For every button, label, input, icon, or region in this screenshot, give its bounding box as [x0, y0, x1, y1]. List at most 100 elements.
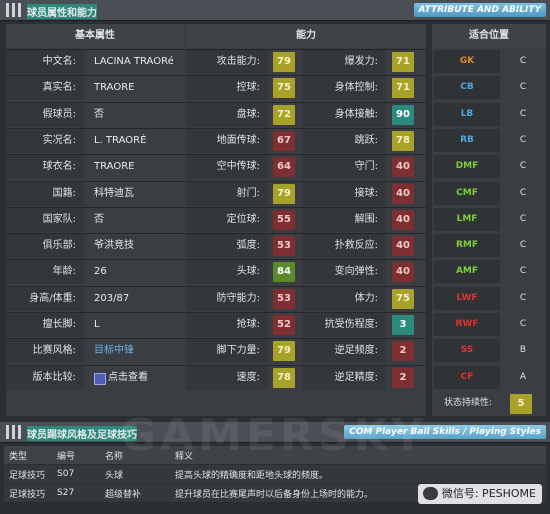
positions-heading: 适合位置 [432, 24, 546, 48]
position-code: RMF [434, 234, 500, 258]
ability-value: 90 [392, 104, 414, 125]
position-code: LWF [434, 286, 500, 310]
ability-value: 84 [273, 262, 295, 283]
position-rating: A [502, 365, 544, 389]
ability-label: 速度: [186, 365, 268, 390]
ability-value: 52 [273, 315, 295, 335]
ability-label: 逆足精度: [302, 365, 386, 390]
ability-label: 射门: [186, 181, 268, 206]
ability-value: 55 [273, 209, 295, 230]
position-code: CF [434, 365, 500, 389]
ability-value: 75 [392, 288, 414, 309]
position-code: CMF [434, 181, 500, 205]
position-rating: C [502, 155, 544, 179]
ability-label: 爆发力: [302, 50, 386, 74]
position-code: GK [434, 50, 500, 73]
ability-heading: 能力 [186, 24, 426, 48]
ability-value: 2 [392, 367, 414, 388]
ability-label: 解围: [302, 207, 386, 232]
skill-type: 足球技巧 [4, 464, 52, 484]
basic-value: 否 [94, 213, 104, 225]
basic-label: 俱乐部: [6, 234, 84, 259]
ability-label: 跳跃: [302, 128, 386, 153]
bars-icon [6, 3, 22, 17]
ability-label: 逆足频度: [302, 339, 386, 364]
position-rating: C [502, 181, 544, 205]
basic-label: 假球员: [6, 102, 84, 127]
ability-value: 3 [392, 315, 414, 335]
skill-desc: 提高头球的精确度和距地头球的频度。 [170, 464, 546, 484]
ability-value: 64 [273, 157, 295, 178]
basic-value: 否 [94, 108, 104, 120]
basic-value: TRAORE [94, 161, 135, 173]
col-code: 编号 [52, 446, 100, 465]
ability-label: 抗受伤程度: [302, 313, 386, 337]
basic-heading: 基本属性 [6, 24, 184, 48]
skill-type: 足球技巧 [4, 483, 52, 503]
basic-label: 比赛风格: [6, 339, 84, 364]
ability-value: 72 [273, 104, 295, 125]
position-code: RWF [434, 313, 500, 336]
basic-label: 国籍: [6, 181, 84, 206]
ability-label: 脚下力量: [186, 339, 268, 364]
ability-label: 地面传球: [186, 128, 268, 153]
ability-label: 身体控制: [302, 76, 386, 101]
section-badge: ATTRIBUTE AND ABILITY [413, 3, 546, 17]
ability-label: 头球: [186, 260, 268, 285]
watermark: GAMERSKY [120, 410, 428, 461]
ability-label: 控球: [186, 76, 268, 101]
ability-label: 攻击能力: [186, 50, 268, 74]
ability-label: 抢球: [186, 313, 268, 337]
position-code: RB [434, 128, 500, 152]
ability-label: 防守能力: [186, 286, 268, 311]
position-rating: C [502, 76, 544, 100]
basic-value: 科特迪瓦 [94, 187, 134, 199]
form-value: 5 [510, 393, 532, 414]
basic-value: 目标中锋 [94, 345, 134, 357]
basic-label: 版本比较: [6, 365, 84, 390]
skill-name: 头球 [100, 464, 170, 484]
position-rating: C [502, 286, 544, 310]
ability-value: 40 [392, 236, 414, 257]
position-rating: C [502, 128, 544, 152]
position-code: LB [434, 102, 500, 126]
col-type: 类型 [4, 446, 52, 465]
ability-value: 40 [392, 262, 414, 283]
ability-label: 身体接触: [302, 102, 386, 127]
ability-label: 弧度: [186, 234, 268, 259]
basic-label: 擅长脚: [6, 313, 84, 337]
ability-value: 75 [273, 78, 295, 99]
ability-value: 67 [273, 130, 295, 151]
position-rating: C [502, 102, 544, 126]
skill-code: S27 [52, 483, 100, 503]
ability-value: 53 [273, 288, 295, 309]
basic-value: LACINA TRAORé [94, 56, 174, 67]
compare-link[interactable]: 点击查看 [86, 366, 184, 390]
ability-value: 71 [392, 78, 414, 99]
position-rating: C [502, 260, 544, 284]
basic-label: 实况名: [6, 128, 84, 153]
position-code: SS [434, 339, 500, 363]
wechat-icon [422, 487, 438, 500]
basic-label: 球衣名: [6, 155, 84, 180]
ability-label: 空中传球: [186, 155, 268, 180]
ability-value: 79 [273, 341, 295, 362]
position-code: AMF [434, 260, 500, 284]
position-rating: C [502, 50, 544, 73]
wechat-badge: 微信号: PESHOME [417, 484, 542, 504]
compare-icon [94, 372, 106, 385]
position-code: CB [434, 76, 500, 100]
position-rating: C [502, 234, 544, 258]
section-header: 球员属性和能力 ATTRIBUTE AND ABILITY [0, 0, 550, 21]
basic-label: 真实名: [6, 76, 84, 101]
ability-value: 53 [273, 236, 295, 257]
ability-label: 接球: [302, 181, 386, 206]
position-rating: B [502, 339, 544, 363]
ability-label: 盘球: [186, 102, 268, 127]
basic-value: 26 [94, 266, 107, 278]
basic-value: L. TRAORÉ [94, 134, 147, 146]
ability-value: 40 [392, 157, 414, 178]
basic-value: 爷洪竞技 [94, 240, 134, 252]
ability-value: 78 [392, 130, 414, 151]
form-label: 状态持续性: [443, 397, 493, 408]
